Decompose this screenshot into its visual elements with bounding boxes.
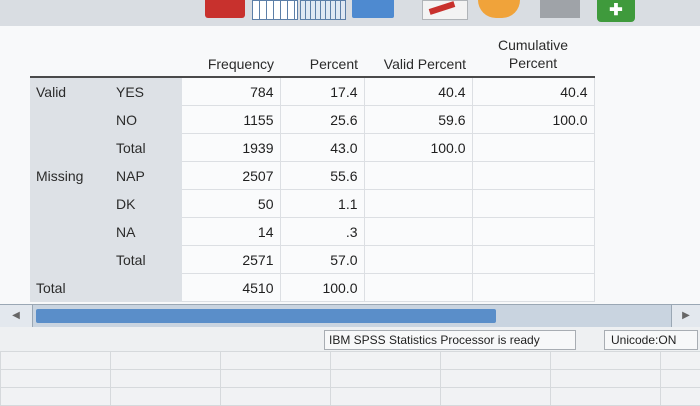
table-row: NA 14 .3 — [30, 217, 595, 246]
block-icon[interactable] — [540, 0, 580, 18]
cell-frequency: 1155 — [182, 105, 281, 134]
header-frequency: Frequency — [182, 36, 280, 78]
row-label: Total — [110, 245, 182, 274]
group-label — [30, 133, 110, 162]
frequency-table: Frequency Percent Valid Percent Cumulati… — [30, 36, 595, 302]
table-row: DK 50 1.1 — [30, 189, 595, 218]
cell-valid-percent: 40.4 — [364, 77, 473, 106]
group-label — [30, 105, 110, 134]
cell-valid-percent — [364, 161, 473, 190]
cell-frequency: 14 — [182, 217, 281, 246]
cell-percent: 100.0 — [280, 273, 365, 302]
cell-frequency: 784 — [182, 77, 281, 106]
cell-valid-percent: 100.0 — [364, 133, 473, 162]
bar-chart-icon[interactable] — [205, 0, 245, 18]
row-label: DK — [110, 189, 182, 218]
header-valid-percent: Valid Percent — [364, 36, 472, 78]
scroll-left-icon[interactable]: ◀ — [0, 305, 33, 327]
header-percent: Percent — [280, 36, 364, 78]
scroll-right-icon[interactable]: ▶ — [671, 305, 700, 327]
group-label: Valid — [30, 77, 110, 106]
row-label: NO — [110, 105, 182, 134]
data-grid-icon[interactable] — [252, 0, 298, 20]
table-row: Missing NAP 2507 55.6 — [30, 161, 595, 190]
cell-cumulative-percent: 100.0 — [472, 105, 595, 134]
cell-percent: 57.0 — [280, 245, 365, 274]
toolbar: ✚ — [0, 0, 700, 27]
cell-valid-percent: 59.6 — [364, 105, 473, 134]
group-label — [30, 189, 110, 218]
table-row: NO 1155 25.6 59.6 100.0 — [30, 105, 595, 134]
cell-percent: 17.4 — [280, 77, 365, 106]
cell-percent: 25.6 — [280, 105, 365, 134]
processor-status: IBM SPSS Statistics Processor is ready — [324, 330, 576, 350]
output-pane: Frequency Percent Valid Percent Cumulati… — [0, 26, 700, 304]
table-row: Total 4510 100.0 — [30, 273, 595, 302]
cell-cumulative-percent — [472, 133, 595, 162]
data-view-icon[interactable] — [300, 0, 346, 20]
cell-frequency: 50 — [182, 189, 281, 218]
group-label — [30, 245, 110, 274]
cell-valid-percent — [364, 273, 473, 302]
cell-cumulative-percent — [472, 217, 595, 246]
row-label: Total — [110, 133, 182, 162]
cell-frequency: 2507 — [182, 161, 281, 190]
unicode-status: Unicode:ON — [604, 330, 698, 350]
cell-cumulative-percent — [472, 245, 595, 274]
cell-cumulative-percent — [472, 189, 595, 218]
cell-cumulative-percent — [472, 273, 595, 302]
horizontal-scrollbar[interactable]: ◀ ▶ — [0, 304, 700, 328]
status-bar: IBM SPSS Statistics Processor is ready U… — [0, 327, 700, 351]
cell-valid-percent — [364, 189, 473, 218]
cell-valid-percent — [364, 217, 473, 246]
group-label — [30, 217, 110, 246]
cell-percent: 1.1 — [280, 189, 365, 218]
table-row: Total 1939 43.0 100.0 — [30, 133, 595, 162]
doc-icon[interactable] — [422, 0, 468, 20]
cell-cumulative-percent: 40.4 — [472, 77, 595, 106]
cell-cumulative-percent — [472, 161, 595, 190]
cell-frequency: 2571 — [182, 245, 281, 274]
split-icon[interactable] — [352, 0, 394, 18]
group-label: Total — [30, 273, 110, 302]
cell-percent: 55.6 — [280, 161, 365, 190]
cell-frequency: 4510 — [182, 273, 281, 302]
cell-percent: 43.0 — [280, 133, 365, 162]
data-grid-background — [0, 351, 700, 406]
cell-frequency: 1939 — [182, 133, 281, 162]
scroll-thumb[interactable] — [36, 309, 496, 323]
row-label: NA — [110, 217, 182, 246]
table-row: Valid YES 784 17.4 40.4 40.4 — [30, 77, 595, 106]
cell-percent: .3 — [280, 217, 365, 246]
row-label: NAP — [110, 161, 182, 190]
cell-valid-percent — [364, 245, 473, 274]
table-row: Total 2571 57.0 — [30, 245, 595, 274]
add-icon[interactable]: ✚ — [597, 0, 635, 22]
row-label: YES — [110, 77, 182, 106]
header-cumulative-percent: Cumulative Percent — [472, 36, 594, 78]
group-label: Missing — [30, 161, 110, 190]
run-icon[interactable] — [478, 0, 520, 18]
row-label — [110, 273, 182, 302]
